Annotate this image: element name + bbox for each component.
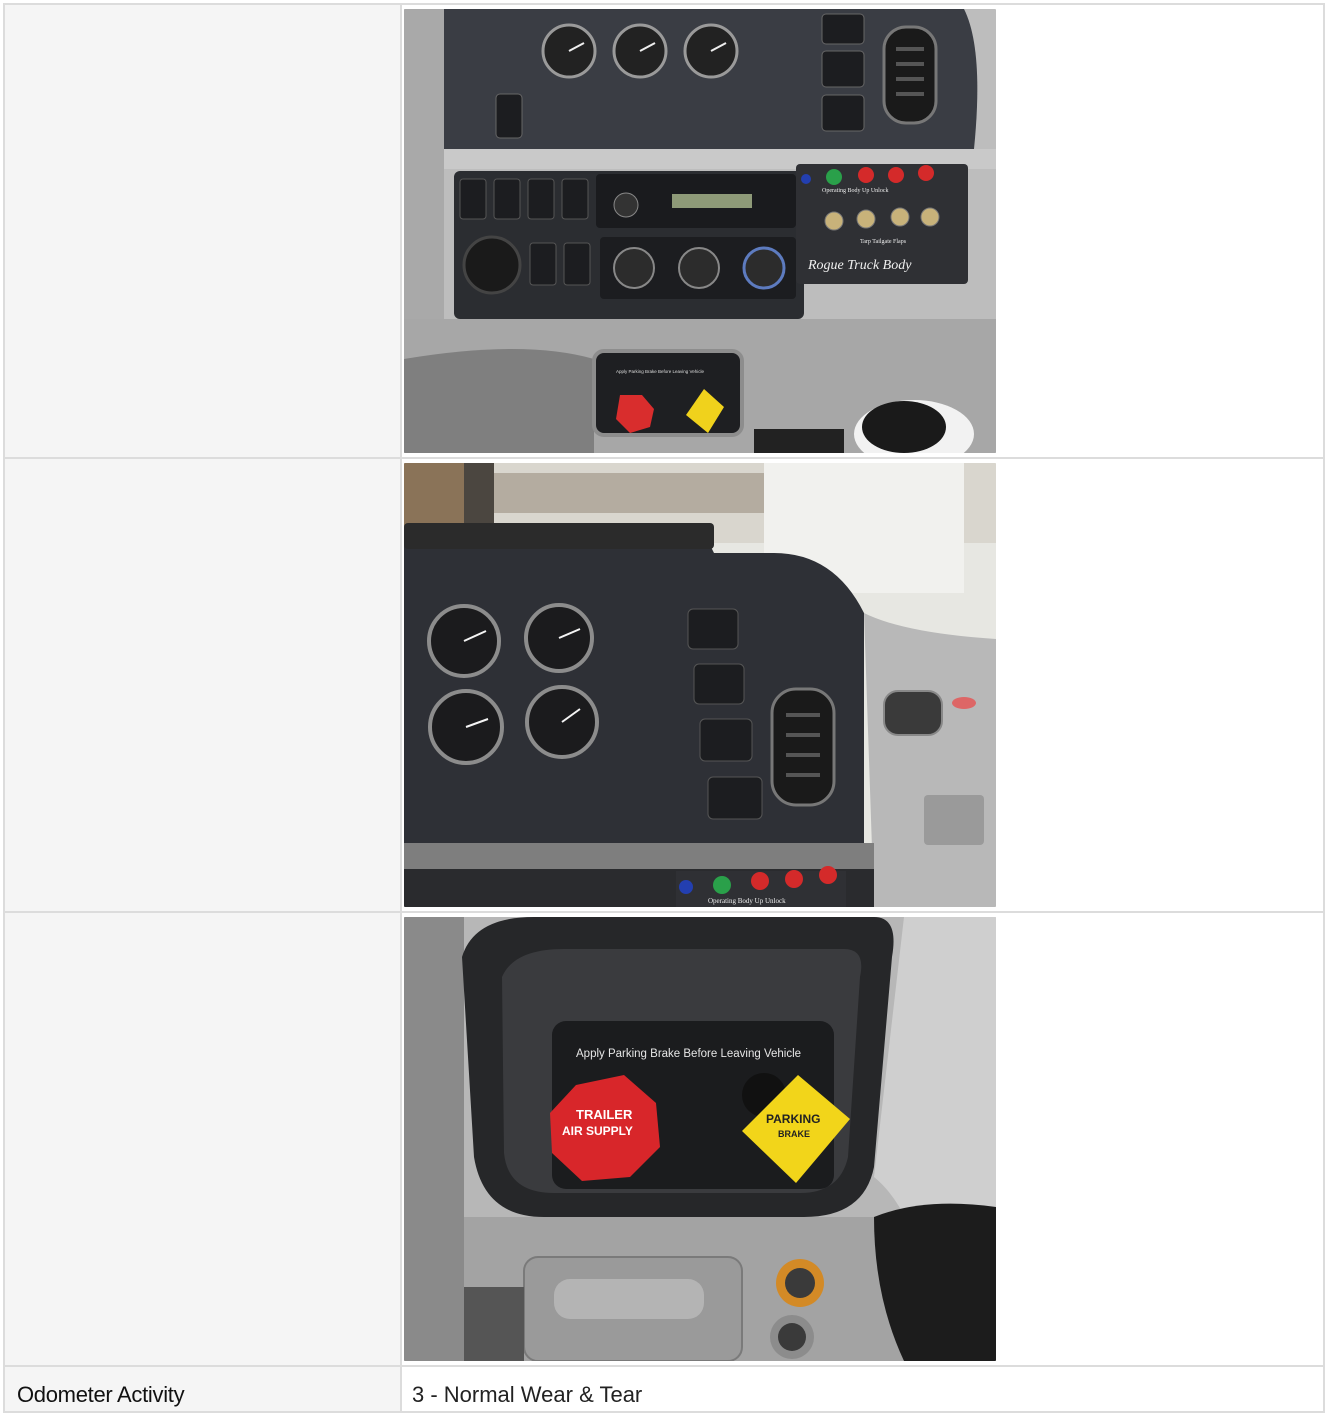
- table-row: Operating Body Up Unlock Tarp Tailgate F…: [3, 3, 1325, 459]
- photo-cell: Operating Body Up Unlock Tarp Tailgate F…: [400, 3, 1325, 459]
- inspection-table: Operating Body Up Unlock Tarp Tailgate F…: [3, 3, 1325, 1413]
- svg-text:Apply Parking Brake Before Lea: Apply Parking Brake Before Leaving Vehic…: [576, 1048, 801, 1060]
- table-row: Odometer Activity 3 - Normal Wear & Tear: [3, 1365, 1325, 1413]
- odometer-activity-value: 3 - Normal Wear & Tear: [412, 1382, 643, 1407]
- photo-cell: Apply Parking Brake Before Leaving Vehic…: [400, 911, 1325, 1367]
- photo-cell: Operating Body Up Unlock: [400, 457, 1325, 913]
- svg-text:BRAKE: BRAKE: [778, 1129, 810, 1139]
- svg-text:Operating Body Up Unlock: Operating Body Up Unlock: [708, 897, 786, 905]
- svg-text:Tarp Tailgate Flaps: Tarp Tailgate Flaps: [860, 239, 907, 245]
- odometer-activity-label: Odometer Activity: [17, 1382, 185, 1407]
- row-label-cell: [3, 911, 402, 1367]
- svg-text:PARKING: PARKING: [766, 1112, 820, 1126]
- svg-text:Operating Body Up Unlock: Operating Body Up Unlock: [822, 188, 889, 194]
- table-row: Apply Parking Brake Before Leaving Vehic…: [3, 911, 1325, 1367]
- svg-text:TRAILER: TRAILER: [576, 1107, 633, 1122]
- dashboard-center-console-photo[interactable]: Operating Body Up Unlock Tarp Tailgate F…: [404, 9, 996, 453]
- parking-brake-valves-photo[interactable]: Apply Parking Brake Before Leaving Vehic…: [404, 917, 996, 1361]
- row-label-cell: [3, 3, 402, 459]
- svg-text:Rogue Truck Body: Rogue Truck Body: [807, 258, 912, 273]
- dashboard-gauges-photo[interactable]: Operating Body Up Unlock: [404, 463, 996, 907]
- row-label-cell: Odometer Activity: [3, 1365, 402, 1413]
- svg-text:Apply Parking Brake Before Lea: Apply Parking Brake Before Leaving Vehic…: [616, 369, 705, 374]
- value-cell: 3 - Normal Wear & Tear: [400, 1365, 1325, 1413]
- table-row: Operating Body Up Unlock: [3, 457, 1325, 913]
- svg-text:AIR SUPPLY: AIR SUPPLY: [562, 1124, 633, 1138]
- row-label-cell: [3, 457, 402, 913]
